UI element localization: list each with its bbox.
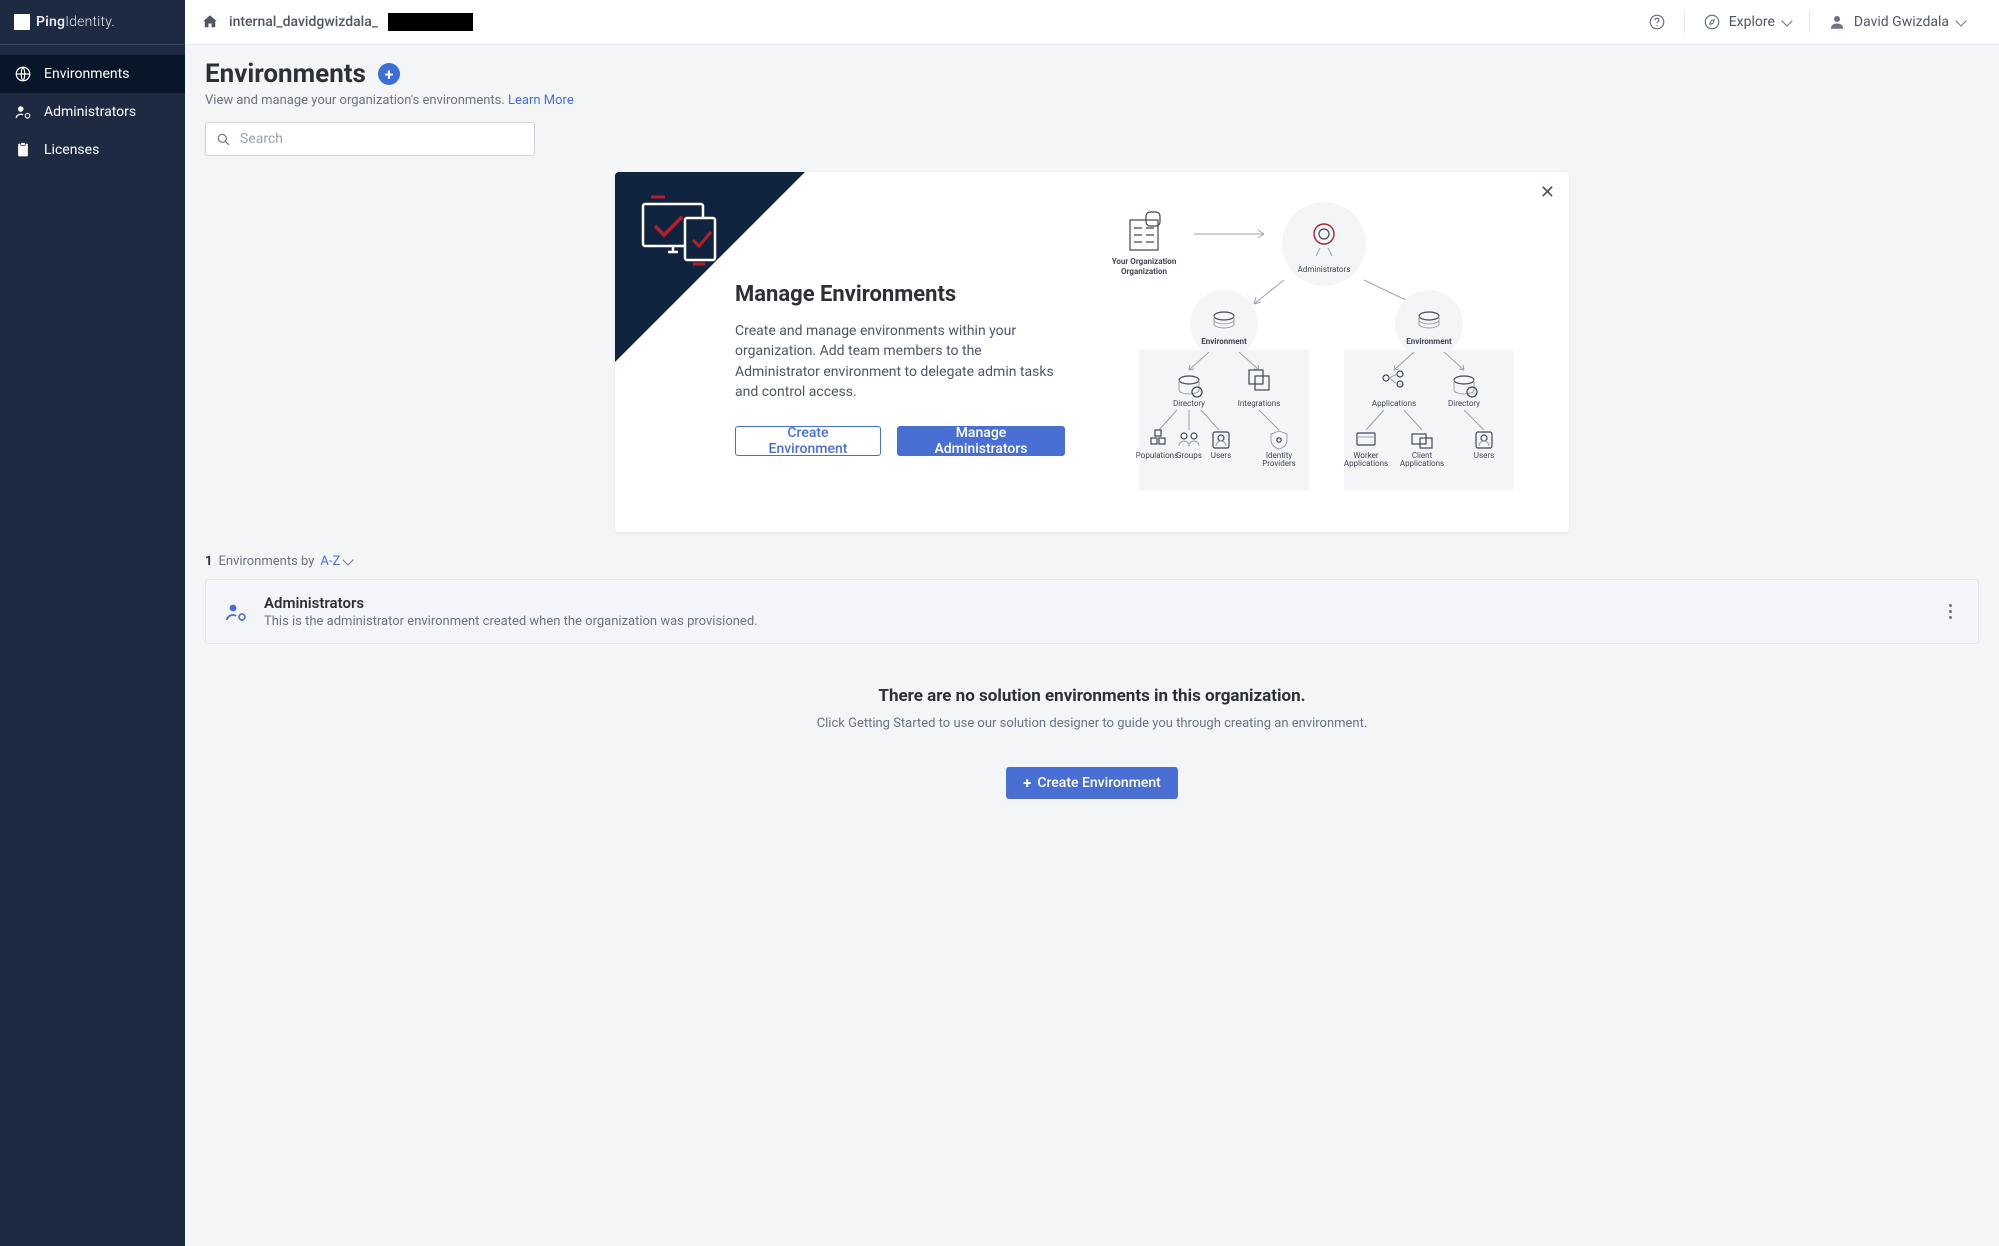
environment-description: This is the administrator environment cr… [264,614,1924,629]
sidebar-item-administrators[interactable]: Administrators [0,93,185,131]
topbar: internal_davidgwizdala_ Explore David Gw… [185,0,1999,45]
sidebar-item-licenses[interactable]: Licenses [0,131,185,169]
search-input[interactable] [205,122,535,156]
sidebar-nav: Environments Administrators Licenses [0,55,185,169]
chevron-down-icon [1781,15,1792,26]
manage-administrators-button[interactable]: Manage Administrators [897,426,1065,456]
environment-title: Administrators [264,594,1924,612]
compass-icon [1703,13,1721,31]
explore-menu[interactable]: Explore [1685,0,1809,45]
hero-title: Manage Environments [735,282,1065,307]
chevron-down-icon [343,554,354,565]
empty-subtitle: Click Getting Started to use our solutio… [205,716,1979,731]
help-icon [1648,13,1666,31]
home-icon [201,13,219,31]
diagram-label: Environment [1201,337,1247,346]
environment-row[interactable]: Administrators This is the administrator… [205,579,1979,644]
plus-icon: + [1023,774,1031,792]
svg-text:Organization: Organization [1121,267,1168,276]
sidebar-item-label: Administrators [44,104,136,120]
diagram-label: Users [1474,451,1494,460]
diagram-label: Directory [1448,399,1480,408]
globe-icon [14,65,32,83]
sidebar: PingIdentity. Environments Administrator… [0,0,185,1246]
learn-more-link[interactable]: Learn More [508,93,574,108]
svg-text:Providers: Providers [1262,459,1296,468]
help-button[interactable] [1630,0,1684,45]
clipboard-icon [14,141,32,159]
sidebar-item-label: Licenses [44,142,99,158]
environment-count-bar: 1 Environments by A-Z [205,554,1979,569]
breadcrumb[interactable]: internal_davidgwizdala_ [201,13,473,31]
hero-description: Create and manage environments within yo… [735,321,1065,402]
administrators-icon [224,600,248,624]
user-menu[interactable]: David Gwizdala [1810,0,1983,45]
user-gear-icon [14,103,32,121]
close-card-button[interactable]: ✕ [1540,184,1555,202]
chevron-down-icon [1955,15,1966,26]
empty-title: There are no solution environments in th… [205,686,1979,706]
diagram-label: Administrators [1298,265,1351,274]
row-actions-menu[interactable] [1940,600,1960,624]
redacted-text [388,13,473,31]
diagram-label: Populations [1136,451,1178,460]
svg-text:Applications: Applications [1344,459,1388,468]
diagram-label: Applications [1372,399,1416,408]
page-title: Environments [205,59,366,89]
org-diagram-illustration: Your Organization Organization [1104,202,1524,502]
product-logo: PingIdentity. [0,0,185,45]
logo-mark-icon [14,14,30,30]
diagram-label: Environment [1406,337,1452,346]
user-name: David Gwizdala [1854,14,1949,30]
breadcrumb-text: internal_davidgwizdala_ [229,14,378,30]
svg-text:Applications: Applications [1400,459,1444,468]
sort-dropdown[interactable]: A-Z [320,554,352,569]
sidebar-item-environments[interactable]: Environments [0,55,185,93]
diagram-label: Directory [1173,399,1205,408]
diagram-label: Your Organization [1112,257,1177,266]
manage-environments-card: ✕ Manage Environments Create and manage … [615,172,1569,532]
sidebar-item-label: Environments [44,66,129,82]
create-environment-button[interactable]: Create Environment [735,426,881,456]
explore-label: Explore [1729,14,1775,30]
page-subtitle: View and manage your organization's envi… [205,93,1979,108]
search-icon [215,131,231,147]
user-icon [1828,13,1846,31]
add-environment-button[interactable]: + [378,63,400,85]
empty-state: There are no solution environments in th… [205,686,1979,799]
diagram-label: Integrations [1238,399,1281,408]
diagram-label: Groups [1176,451,1202,460]
diagram-label: Users [1211,451,1231,460]
create-environment-cta[interactable]: + Create Environment [1006,767,1178,799]
